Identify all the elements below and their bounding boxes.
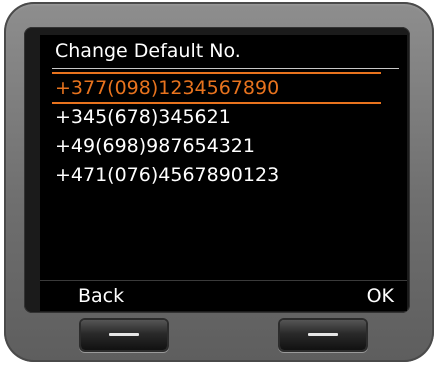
- number-item[interactable]: +345(678)345621: [55, 104, 279, 133]
- screen-title: Change Default No.: [55, 40, 241, 62]
- ok-softkey[interactable]: OK: [367, 284, 394, 308]
- number-item[interactable]: +471(076)4567890123: [55, 162, 279, 191]
- title-divider: [52, 68, 399, 69]
- left-hardware-key[interactable]: [81, 320, 167, 350]
- softkey-bar: Back OK: [40, 280, 407, 311]
- number-list: +377(098)1234567890 +345(678)345621 +49(…: [55, 75, 279, 191]
- selection-top-line: [52, 72, 381, 74]
- number-item-selected[interactable]: +377(098)1234567890: [55, 75, 279, 104]
- phone-display: Change Default No. +377(098)1234567890 +…: [40, 35, 407, 311]
- number-item[interactable]: +49(698)987654321: [55, 133, 279, 162]
- dash-icon: [308, 333, 338, 336]
- dash-icon: [109, 333, 139, 336]
- back-softkey[interactable]: Back: [78, 284, 124, 308]
- right-hardware-key[interactable]: [280, 320, 366, 350]
